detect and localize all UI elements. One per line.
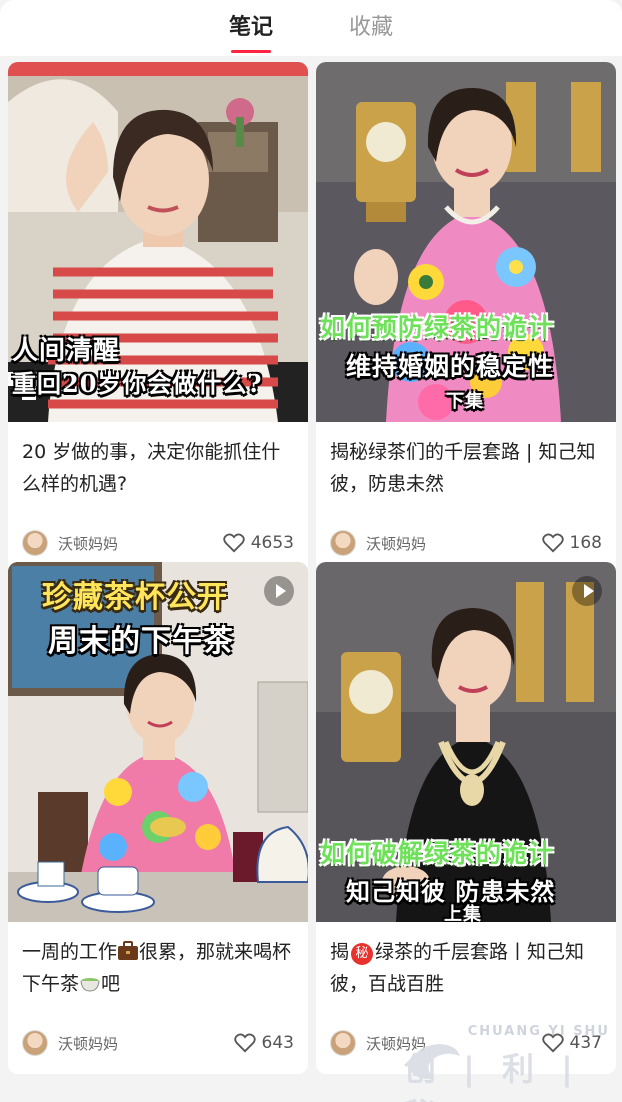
note-title[interactable]: 20 岁做的事，决定你能抓住什么样的机遇? — [8, 422, 308, 512]
note-card[interactable]: 如何破解绿茶的诡计 知己知彼 防患未然 上集 揭秘绿茶的千层套路丨知己知彼，百战… — [316, 562, 616, 1074]
like-button[interactable]: 4653 — [223, 533, 294, 553]
cover-caption: 如何破解绿茶的诡计 — [320, 839, 555, 868]
note-card[interactable]: 珍藏茶杯公开 周末的下午茶 一周的工作 很累，那就来喝杯下午茶吧 沃顿妈妈 643 — [8, 562, 308, 1074]
tea-cup-icon — [80, 978, 100, 992]
author-avatar[interactable] — [22, 530, 48, 556]
note-title[interactable]: 揭秘绿茶的千层套路丨知己知彼，百战百胜 — [316, 922, 616, 1012]
author-avatar[interactable] — [22, 1030, 48, 1056]
author-name[interactable]: 沃顿妈妈 — [366, 1033, 542, 1054]
heart-icon — [223, 533, 245, 553]
tab-collections[interactable]: 收藏 — [349, 9, 393, 47]
note-title[interactable]: 一周的工作 很累，那就来喝杯下午茶吧 — [8, 922, 308, 1012]
note-title[interactable]: 揭秘绿茶们的千层套路 | 知己知彼，防患未然 — [316, 422, 616, 512]
like-count: 437 — [569, 1033, 602, 1053]
heart-icon — [541, 533, 564, 553]
heart-icon — [541, 1033, 564, 1053]
like-button[interactable]: 643 — [233, 1033, 294, 1053]
cover-caption: 如何预防绿茶的诡计 — [320, 313, 555, 342]
title-text: 揭 — [330, 941, 350, 963]
play-video-icon[interactable] — [572, 576, 602, 606]
cover-caption: 维持婚姻的稳定性 — [346, 352, 555, 381]
note-cover-image[interactable]: 珍藏茶杯公开 周末的下午茶 — [8, 562, 308, 922]
author-name[interactable]: 沃顿妈妈 — [58, 533, 223, 554]
briefcase-icon — [118, 941, 139, 960]
note-meta: 沃顿妈妈 437 — [316, 1012, 616, 1074]
title-text: 一周的工作 — [22, 941, 118, 963]
note-cover-image[interactable]: 如何预防绿茶的诡计 维持婚姻的稳定性 下集 — [316, 62, 616, 422]
author-avatar[interactable] — [330, 1030, 356, 1056]
title-text: 吧 — [101, 973, 121, 995]
cover-caption: 上集 — [444, 904, 482, 922]
note-cover-image[interactable]: 人间清醒 重回20岁你会做什么? — [8, 62, 308, 422]
like-count: 643 — [261, 1033, 294, 1053]
note-card[interactable]: 人间清醒 重回20岁你会做什么? 20 岁做的事，决定你能抓住什么样的机遇? 沃… — [8, 62, 308, 574]
secret-badge-icon: 秘 — [351, 943, 374, 965]
heart-icon — [233, 1033, 256, 1053]
like-button[interactable]: 437 — [541, 1033, 602, 1053]
cover-caption: 下集 — [446, 391, 484, 412]
tab-bar: 笔记 收藏 — [0, 0, 622, 56]
tab-notes[interactable]: 笔记 — [229, 9, 273, 47]
play-video-icon[interactable] — [264, 576, 294, 606]
like-count: 4653 — [250, 533, 294, 553]
author-name[interactable]: 沃顿妈妈 — [366, 533, 542, 554]
like-button[interactable]: 168 — [541, 533, 602, 553]
author-avatar[interactable] — [330, 530, 356, 556]
cover-caption: 周末的下午茶 — [48, 624, 234, 659]
cover-caption: 人间清醒 — [12, 336, 121, 366]
note-card[interactable]: 如何预防绿茶的诡计 维持婚姻的稳定性 下集 揭秘绿茶们的千层套路 | 知己知彼，… — [316, 62, 616, 574]
note-meta: 沃顿妈妈 643 — [8, 1012, 308, 1074]
author-name[interactable]: 沃顿妈妈 — [58, 1033, 234, 1054]
like-count: 168 — [569, 533, 602, 553]
cover-caption: 重回20岁你会做什么? — [12, 369, 263, 398]
note-cover-image[interactable]: 如何破解绿茶的诡计 知己知彼 防患未然 上集 — [316, 562, 616, 922]
